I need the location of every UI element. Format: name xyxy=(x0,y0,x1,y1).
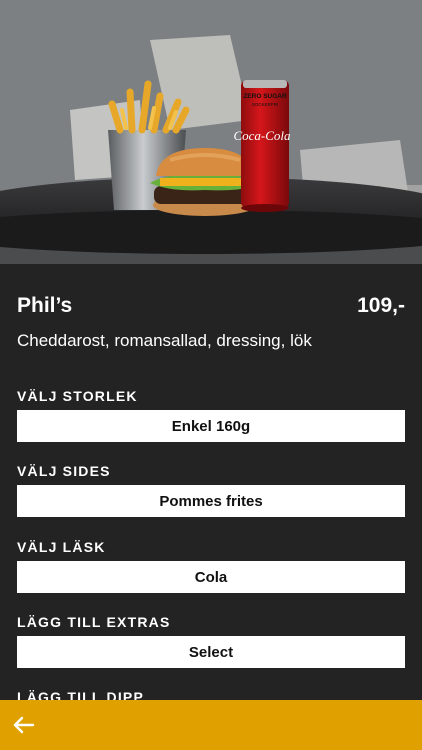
product-title: Phil’s xyxy=(17,294,73,317)
sides-label: VÄLJ SIDES xyxy=(17,463,111,479)
size-label: VÄLJ STORLEK xyxy=(17,388,138,404)
title-row: Phil’s 109,- xyxy=(17,294,405,322)
bottom-action-bar xyxy=(0,700,422,750)
sides-select[interactable]: Pommes frites xyxy=(17,485,405,517)
extras-select[interactable]: Select xyxy=(17,636,405,668)
arrow-left-icon xyxy=(13,716,35,734)
can-brand-text: Coca-Cola xyxy=(233,128,291,143)
can-sockerfri-text: SOCKERFRI xyxy=(252,102,278,107)
size-select[interactable]: Enkel 160g xyxy=(17,410,405,442)
product-photo: ZERO SUGAR SOCKERFRI Coca-Cola xyxy=(0,0,422,264)
product-details: Phil’s 109,- Cheddarost, romansallad, dr… xyxy=(0,264,422,700)
dip-label: LÄGG TILL DIPP xyxy=(17,689,144,700)
drink-label: VÄLJ LÄSK xyxy=(17,539,106,555)
burger-meal-image: ZERO SUGAR SOCKERFRI Coca-Cola xyxy=(0,0,422,264)
drink-select[interactable]: Cola xyxy=(17,561,405,593)
extras-label: LÄGG TILL EXTRAS xyxy=(17,614,171,630)
product-price: 109,- xyxy=(357,294,405,317)
can-zero-sugar-text: ZERO SUGAR xyxy=(243,93,287,100)
product-screen: ZERO SUGAR SOCKERFRI Coca-Cola Phil’s 10… xyxy=(0,0,422,750)
product-description: Cheddarost, romansallad, dressing, lök xyxy=(17,331,312,350)
back-button[interactable] xyxy=(12,714,36,736)
